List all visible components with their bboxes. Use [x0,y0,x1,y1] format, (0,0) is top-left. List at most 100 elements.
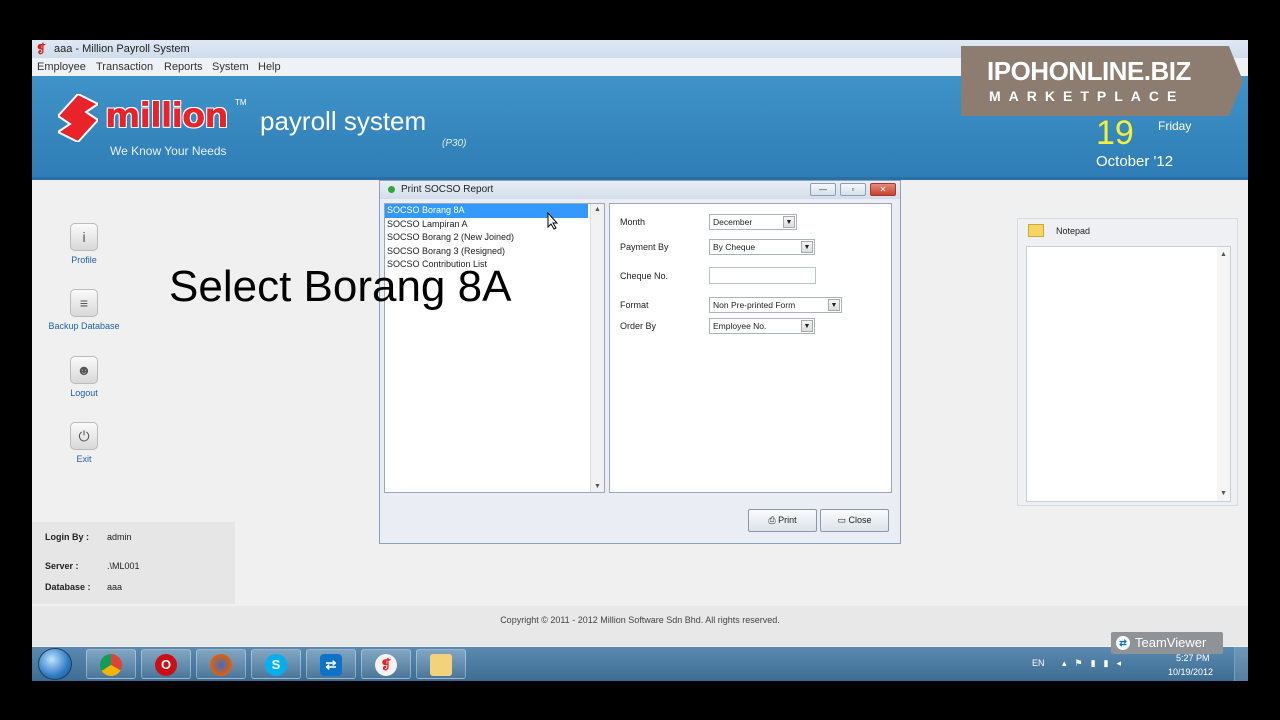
report-list[interactable]: SOCSO Borang 8A SOCSO Lampiran A SOCSO B… [384,203,605,493]
scroll-down-icon[interactable]: ▼ [591,483,604,490]
menu-reports[interactable]: Reports [164,61,203,73]
system-tray-icons[interactable]: ▴⚑▮▮◂ [1062,658,1129,669]
sidebar-item-exit[interactable]: ⏻ Exit [32,422,136,464]
month-value: December [713,217,753,227]
format-value: Non Pre-printed Form [713,300,796,310]
list-item[interactable]: SOCSO Borang 2 (New Joined) [385,231,604,245]
power-icon: ⏻ [70,422,98,450]
payment-by-select[interactable]: By Cheque ▼ [709,239,815,255]
million-logo-icon [58,94,98,142]
database-icon: ≡ [70,289,98,317]
taskbar-chrome[interactable] [86,649,136,679]
teamviewer-badge: ⇄ TeamViewer [1111,632,1223,654]
show-desktop-button[interactable] [1234,647,1248,681]
minimize-button[interactable]: — [810,183,836,196]
chevron-down-icon[interactable]: ▼ [801,320,813,332]
teamviewer-icon: ⇄ [320,654,342,676]
maximize-button[interactable]: ▫ [840,183,866,196]
clock-time[interactable]: 5:27 PM [1176,653,1210,663]
print-socso-report-dialog: Print SOCSO Report — ▫ ✕ SOCSO Borang 8A… [379,180,901,544]
dialog-title: Print SOCSO Report [401,184,494,195]
taskbar-teamviewer[interactable]: ⇄ [306,649,356,679]
taskbar-skype[interactable]: S [251,649,301,679]
dialog-titlebar[interactable]: Print SOCSO Report — ▫ ✕ [380,181,900,199]
folder-icon: ▭ [837,515,849,525]
taskbar-opera[interactable]: O [141,649,191,679]
ipohonline-watermark: IPOHONLINE.BIZ MARKETPLACE [961,46,1243,116]
order-by-select[interactable]: Employee No. ▼ [709,318,815,334]
payment-by-label: Payment By [620,242,669,252]
app-icon: ❡ [36,42,47,56]
close-button-label: Close [848,515,872,525]
logo-trademark: TM [235,98,247,107]
language-indicator[interactable]: EN [1032,658,1045,668]
date-weekday: Friday [1158,119,1192,133]
chevron-down-icon[interactable]: ▼ [801,241,813,253]
teamviewer-icon: ⇄ [1116,636,1130,650]
sidebar-item-profile[interactable]: i Profile [32,223,136,265]
version-label: (P30) [442,138,467,149]
print-button-label: Print [778,515,797,525]
close-button[interactable]: ▭ Close [820,509,889,532]
cheque-no-input[interactable] [709,267,816,284]
tagline: We Know Your Needs [110,144,227,158]
notepad-icon [1028,224,1044,237]
database-label: Database : [45,582,91,592]
dialog-status-icon [388,186,395,193]
menu-help[interactable]: Help [258,61,281,73]
user-icon: ☻ [70,356,98,384]
copyright-text: Copyright © 2011 - 2012 Million Software… [500,615,780,625]
date-day: 19 [1096,114,1134,152]
chevron-down-icon[interactable]: ▼ [783,216,795,228]
login-by-value: admin [107,532,132,542]
chevron-down-icon[interactable]: ▼ [828,299,840,311]
scroll-down-icon[interactable]: ▼ [1217,490,1230,497]
printer-icon: ⎙ [768,515,779,525]
login-info-panel: Login By : admin Server : .\ML001 Databa… [32,522,235,604]
order-by-value: Employee No. [713,321,767,331]
sidebar-item-label: Backup Database [48,321,120,331]
date-month: October '12 [1096,153,1174,170]
chrome-icon [100,654,122,676]
sidebar-item-label: Exit [76,454,92,464]
taskbar-explorer[interactable] [416,649,466,679]
watermark-line2: MARKETPLACE [989,88,1185,104]
list-item[interactable]: SOCSO Lampiran A [385,218,604,232]
format-select[interactable]: Non Pre-printed Form ▼ [709,297,842,313]
info-icon: i [70,223,98,251]
teamviewer-label: TeamViewer [1135,635,1207,650]
sidebar-item-backup-database[interactable]: ≡ Backup Database [32,289,136,331]
notepad-textarea[interactable]: ▲ ▼ [1026,246,1231,502]
start-button[interactable] [38,648,72,680]
watermark-line1: IPOHONLINE.BIZ [987,56,1191,86]
taskbar-million[interactable]: ❡ [361,649,411,679]
list-item[interactable]: SOCSO Borang 3 (Resigned) [385,245,604,259]
server-value: .\ML001 [107,561,140,571]
window-title: aaa - Million Payroll System [54,43,190,55]
taskbar-firefox[interactable] [196,649,246,679]
list-scrollbar[interactable]: ▲ ▼ [590,204,604,492]
sidebar-item-logout[interactable]: ☻ Logout [32,356,136,398]
clock-date[interactable]: 10/19/2012 [1168,667,1213,677]
month-label: Month [620,217,646,227]
notepad-title: Notepad [1056,226,1091,236]
sidebar-item-label: Profile [71,255,97,265]
notepad-scrollbar[interactable]: ▲ ▼ [1217,247,1230,501]
print-button[interactable]: ⎙ Print [748,509,817,532]
menu-employee[interactable]: Employee [37,61,86,73]
format-label: Format [620,300,649,310]
menu-transaction[interactable]: Transaction [96,61,153,73]
close-window-button[interactable]: ✕ [870,183,896,196]
scroll-up-icon[interactable]: ▲ [591,206,604,213]
footer-bar [32,606,1248,646]
notepad-panel: Notepad ▲ ▼ [1017,218,1238,506]
scroll-up-icon[interactable]: ▲ [1217,251,1230,258]
mouse-cursor-icon [547,212,559,230]
month-select[interactable]: December ▼ [709,214,797,230]
desktop-screen: ❡ aaa - Million Payroll System Employee … [32,40,1248,681]
menu-system[interactable]: System [212,61,249,73]
taskbar: O S ⇄ ❡ EN ▴⚑▮▮◂ 5:27 PM 10/19/2012 [32,647,1248,681]
firefox-icon [210,654,232,676]
logo-text: million [105,96,229,136]
report-parameters-panel: Month December ▼ Payment By By Cheque ▼ … [609,203,892,493]
